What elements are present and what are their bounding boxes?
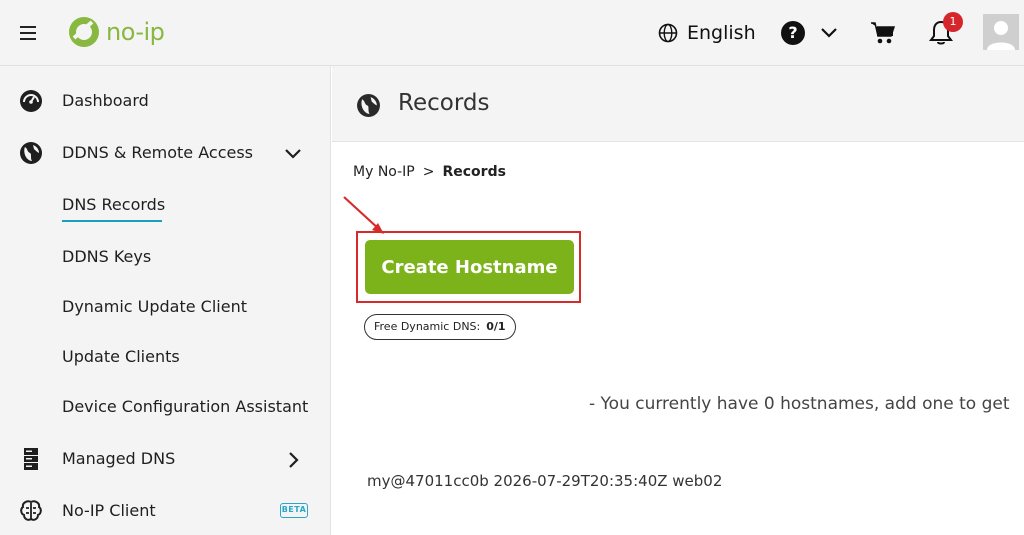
- language-label: English: [687, 22, 756, 44]
- brain-chip-icon: [20, 500, 42, 521]
- logo-text: no-ip: [106, 18, 165, 46]
- dashboard-gauge-icon: [20, 90, 42, 112]
- breadcrumb: My No-IP > Records: [353, 164, 506, 180]
- sidebar-item-ddns-remote-access[interactable]: DDNS & Remote Access: [0, 133, 330, 173]
- create-hostname-button[interactable]: Create Hostname: [365, 240, 574, 294]
- user-icon: [983, 14, 1019, 50]
- free-dynamic-dns-quota-badge: Free Dynamic DNS: 0/1: [364, 314, 516, 340]
- sidebar-item-update-clients[interactable]: Update Clients: [0, 337, 330, 377]
- breadcrumb-current: Records: [442, 164, 506, 180]
- active-indicator: [62, 220, 162, 222]
- sidebar-item-label: DDNS & Remote Access: [62, 143, 254, 162]
- hamburger-menu-icon[interactable]: [20, 26, 38, 40]
- sidebar-item-label: Managed DNS: [62, 449, 176, 468]
- sidebar-item-label: Dynamic Update Client: [62, 297, 247, 316]
- globe-icon: [658, 23, 678, 43]
- sidebar-item-device-configuration-assistant[interactable]: Device Configuration Assistant: [0, 387, 330, 427]
- sidebar-item-label: Dashboard: [62, 91, 149, 110]
- sidebar-item-noip-client[interactable]: No-IP Client BETA: [0, 491, 330, 531]
- server-icon: [24, 448, 38, 470]
- chevron-right-icon[interactable]: [284, 451, 302, 469]
- quota-label: Free Dynamic DNS:: [374, 320, 481, 333]
- sidebar-item-label: DNS Records: [62, 195, 166, 214]
- notification-badge: 1: [943, 12, 963, 32]
- sidebar-item-dynamic-update-client[interactable]: Dynamic Update Client: [0, 287, 330, 327]
- sidebar-item-label: DDNS Keys: [62, 247, 152, 266]
- sidebar-item-label: Update Clients: [62, 347, 180, 366]
- sidebar: Dashboard DDNS & Remote Access DNS Recor…: [0, 66, 331, 535]
- breadcrumb-root-link[interactable]: My No-IP: [353, 164, 415, 180]
- empty-hostnames-message: - You currently have 0 hostnames, add on…: [589, 394, 1010, 414]
- sidebar-item-dns-records[interactable]: DNS Records: [0, 185, 330, 225]
- breadcrumb-separator: >: [422, 164, 435, 180]
- noip-logo[interactable]: no-ip: [66, 14, 165, 50]
- cart-icon[interactable]: [870, 20, 896, 46]
- noip-logo-icon: [69, 17, 99, 47]
- sidebar-item-dashboard[interactable]: Dashboard: [0, 81, 330, 121]
- top-header: no-ip English ? 1: [0, 0, 1024, 66]
- chevron-down-icon[interactable]: [820, 24, 838, 42]
- sidebar-item-managed-dns[interactable]: Managed DNS: [0, 439, 330, 479]
- beta-badge: BETA: [280, 503, 308, 518]
- page-title: Records: [398, 90, 490, 116]
- help-icon[interactable]: ?: [781, 21, 805, 45]
- build-info-text: my@47011cc0b 2026-07-29T20:35:40Z web02: [367, 472, 723, 490]
- sidebar-item-label: Device Configuration Assistant: [62, 397, 309, 416]
- language-selector[interactable]: English: [658, 20, 756, 46]
- globe-icon: [357, 94, 380, 117]
- quota-value: 0/1: [486, 320, 506, 333]
- user-avatar[interactable]: [983, 14, 1019, 50]
- chevron-down-icon[interactable]: [284, 145, 302, 163]
- globe-icon: [20, 142, 42, 164]
- sidebar-item-label: No-IP Client: [62, 501, 156, 520]
- sidebar-item-ddns-keys[interactable]: DDNS Keys: [0, 237, 330, 277]
